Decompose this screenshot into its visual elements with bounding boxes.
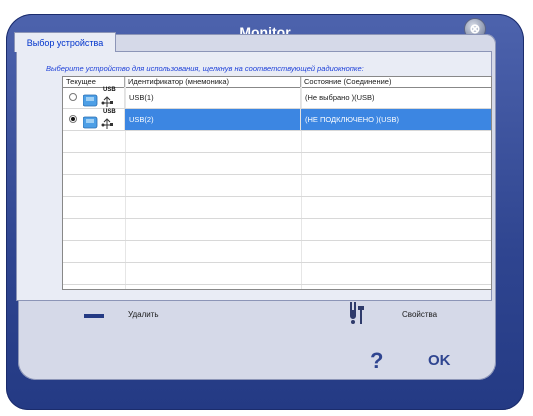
table-row (63, 241, 491, 263)
table-row (63, 153, 491, 175)
identifier-cell: USB(2) (125, 109, 301, 130)
table-row (63, 197, 491, 219)
state-cell: (Не выбрано )(USB) (305, 93, 375, 102)
instruction-text: Выберите устройство для использования, щ… (46, 64, 364, 73)
current-cell: USB (63, 87, 125, 108)
tools-icon[interactable] (346, 300, 366, 326)
state-cell: (НЕ ПОДКЛЮЧЕНО )(USB) (301, 109, 491, 130)
delete-button[interactable]: Удалить (128, 310, 159, 319)
column-header-identifier[interactable]: Идентификатор (мнемоника) (125, 77, 301, 87)
device-radio-button[interactable] (69, 115, 77, 123)
identifier-cell: USB(1) (125, 87, 301, 108)
column-header-state[interactable]: Состояние (Соединение) (301, 77, 491, 87)
table-row[interactable]: USB USB(1) (Не выбрано )(USB) (63, 87, 491, 109)
usb-icon-label: USB (103, 87, 116, 93)
column-header-current[interactable]: Текущее (63, 77, 125, 87)
properties-button[interactable]: Свойства (402, 310, 437, 319)
table-row (63, 219, 491, 241)
device-table: Текущее Идентификатор (мнемоника) Состоя… (62, 76, 492, 290)
tab-device-selection[interactable]: Выбор устройства (14, 32, 116, 52)
ok-button[interactable]: OK (428, 352, 451, 369)
table-row (63, 131, 491, 153)
table-row (63, 175, 491, 197)
table-row[interactable]: USB USB(2) (НЕ ПОДКЛЮЧЕНО )(USB) (63, 109, 491, 131)
help-button[interactable]: ? (370, 348, 383, 374)
delete-icon[interactable] (84, 314, 104, 318)
usb-icon-label: USB (103, 109, 116, 115)
table-row (63, 263, 491, 285)
current-cell: USB (63, 109, 125, 130)
device-radio-button[interactable] (69, 93, 77, 101)
